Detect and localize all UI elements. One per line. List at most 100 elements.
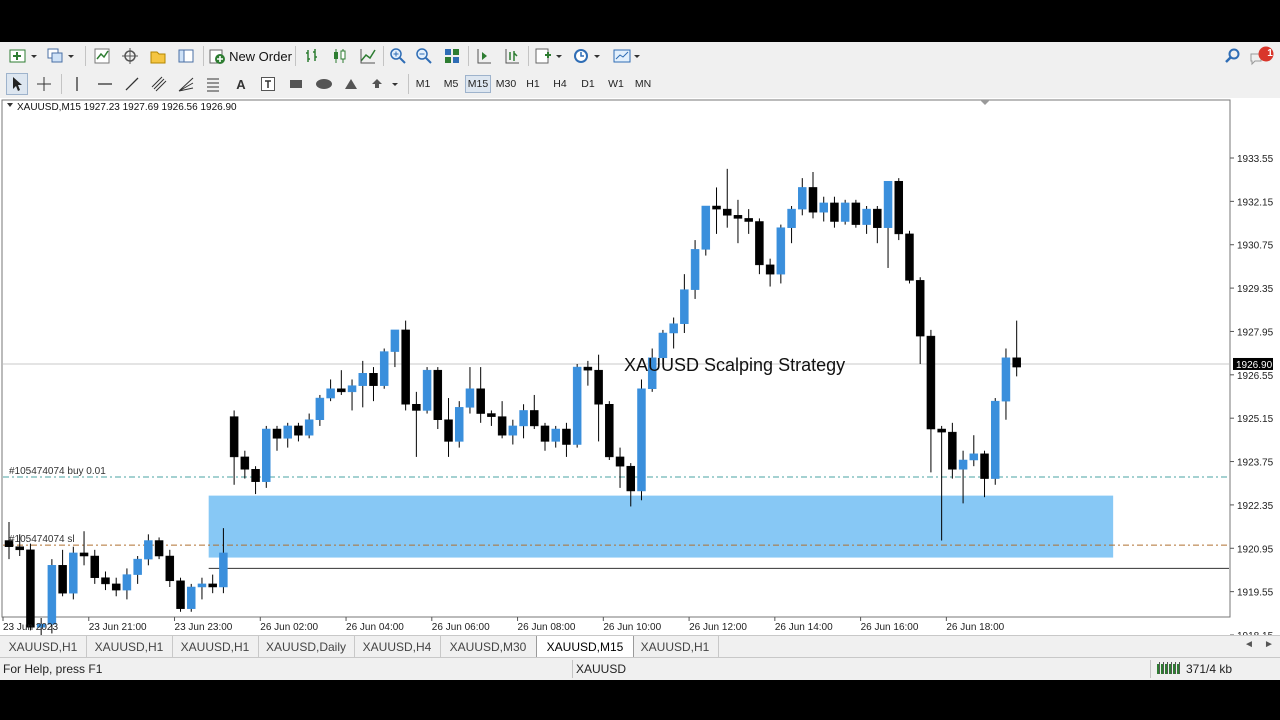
bar-chart-icon[interactable] (300, 45, 324, 67)
timeframe-mn-button[interactable]: MN (630, 75, 656, 93)
notifications-icon[interactable]: 1 (1248, 45, 1276, 67)
candle-body (465, 388, 475, 408)
timeframe-h1-button[interactable]: H1 (520, 75, 546, 93)
candle-body (26, 549, 35, 628)
candle-body (948, 431, 957, 470)
rectangle-icon[interactable] (285, 73, 307, 95)
connection-bars-icon (1156, 661, 1182, 678)
zoom-in-icon[interactable] (386, 45, 410, 67)
candle-body (326, 388, 335, 399)
fibonacci-fan-icon[interactable] (175, 73, 197, 95)
candle-body (358, 373, 368, 386)
profiles-icon[interactable] (44, 45, 78, 67)
candle-body (90, 555, 100, 578)
vertical-line-icon[interactable] (66, 73, 88, 95)
auto-scroll-icon[interactable] (500, 45, 524, 67)
candle-body (508, 425, 518, 436)
text-label-icon[interactable] (257, 73, 279, 95)
equidistant-channel-icon[interactable] (148, 73, 170, 95)
help-text: For Help, press F1 (3, 662, 103, 676)
line-chart-icon[interactable] (356, 45, 380, 67)
ellipse-icon[interactable] (312, 73, 336, 95)
market-watch-icon[interactable] (90, 45, 114, 67)
candle-body (101, 577, 110, 585)
timeframe-m1-button[interactable]: M1 (410, 75, 436, 93)
demand-zone[interactable] (208, 495, 1114, 558)
candle (262, 425, 271, 488)
candle-body (79, 552, 89, 557)
candle-body (197, 583, 207, 588)
candlestick-chart-icon[interactable] (328, 45, 352, 67)
periods-icon[interactable] (570, 45, 604, 67)
chart-shift-icon[interactable] (472, 45, 496, 67)
chart-tab[interactable]: XAUUSD,M15 (536, 636, 634, 659)
x-tick-label: 26 Jun 06:00 (432, 622, 490, 633)
timeframe-m5-button[interactable]: M5 (438, 75, 464, 93)
candle (990, 398, 1000, 485)
new-order-button[interactable]: New Order (208, 45, 292, 67)
candle-body (519, 410, 528, 427)
chart-tab[interactable]: XAUUSD,M30 (440, 636, 537, 657)
candle-body (294, 425, 303, 436)
tab-scroll-left-icon[interactable]: ◄ (1244, 639, 1254, 650)
zoom-out-icon[interactable] (412, 45, 436, 67)
status-symbol: XAUUSD (576, 662, 627, 676)
candle-body (122, 574, 132, 591)
candle-body (58, 565, 67, 594)
x-tick-label: 26 Jun 12:00 (689, 622, 747, 633)
search-icon[interactable] (1222, 45, 1244, 67)
x-tick-label: 26 Jun 14:00 (775, 622, 833, 633)
candle-body (176, 580, 185, 609)
chart-tab[interactable]: XAUUSD,H4 (354, 636, 441, 657)
tile-windows-icon[interactable] (440, 45, 464, 67)
timeframe-d1-button[interactable]: D1 (575, 75, 601, 93)
new-chart-icon[interactable] (6, 45, 40, 67)
x-tick-label: 26 Jun 02:00 (260, 622, 318, 633)
text-tool-icon[interactable]: A (230, 73, 252, 95)
chart-tab[interactable]: XAUUSD,H1 (0, 636, 87, 657)
candle-body (755, 221, 764, 266)
arrows-icon[interactable] (368, 73, 402, 95)
candle-body (1001, 357, 1011, 402)
horizontal-line-icon[interactable] (94, 73, 116, 95)
candle-body (154, 540, 164, 557)
candle-body (958, 459, 968, 470)
chart-tab[interactable]: XAUUSD,H1 (632, 636, 719, 657)
candle-body (562, 428, 571, 445)
timeframe-m15-button[interactable]: M15 (465, 75, 491, 93)
chart-tab[interactable]: XAUUSD,H1 (86, 636, 173, 657)
timeframe-w1-button[interactable]: W1 (603, 75, 629, 93)
triangle-icon[interactable] (340, 73, 362, 95)
terminal-icon[interactable] (174, 45, 198, 67)
candle-body (144, 540, 153, 560)
fibonacci-retracement-icon[interactable] (202, 73, 224, 95)
y-tick-label: 1923.75 (1237, 458, 1274, 469)
y-tick-label: 1922.35 (1237, 501, 1274, 512)
candle-body (626, 465, 636, 492)
chart-tab[interactable]: XAUUSD,Daily (258, 636, 355, 657)
tab-scroll-right-icon[interactable]: ► (1264, 639, 1274, 650)
candle-body (433, 369, 443, 420)
trendline-icon[interactable] (121, 73, 143, 95)
chart-window[interactable]: 1933.55 1932.15 1930.75 1929.35 1927.95 1926.… (0, 98, 1280, 635)
candle-body (186, 586, 196, 609)
y-tick-label: 1930.75 (1237, 241, 1274, 252)
candle (572, 363, 582, 448)
candle-body (369, 373, 378, 386)
price-chart[interactable]: 1933.55 1932.15 1930.75 1929.35 1927.95 1926.… (0, 98, 1280, 635)
candle (840, 199, 850, 225)
cursor-icon[interactable] (6, 73, 28, 95)
data-window-icon[interactable] (146, 45, 170, 67)
indicators-icon[interactable] (532, 45, 566, 67)
candle (176, 577, 185, 612)
x-tick-label: 26 Jun 18:00 (946, 622, 1004, 633)
chart-tab[interactable]: XAUUSD,H1 (172, 636, 259, 657)
timeframe-m30-button[interactable]: M30 (493, 75, 519, 93)
crosshair-icon[interactable] (33, 73, 55, 95)
timeframe-h4-button[interactable]: H4 (547, 75, 573, 93)
candle-body (830, 202, 839, 222)
templates-icon[interactable] (610, 45, 644, 67)
navigator-icon[interactable] (118, 45, 142, 67)
candle-body (894, 180, 904, 235)
candle-body (272, 428, 282, 439)
